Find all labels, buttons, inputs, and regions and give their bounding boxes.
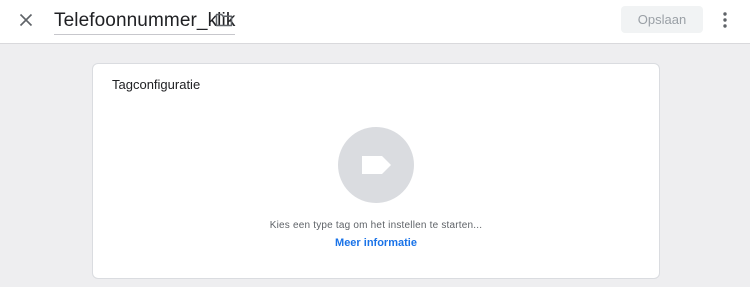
more-vert-icon (723, 12, 727, 28)
choose-tag-type-button[interactable] (338, 127, 414, 203)
tag-type-hint: Kies een type tag om het instellen te st… (269, 220, 483, 231)
more-options-button[interactable] (715, 8, 735, 32)
learn-more-link[interactable]: Meer informatie (93, 237, 659, 249)
folder-button[interactable] (213, 9, 235, 31)
top-bar: Telefoonnummer_klik Opslaan (0, 0, 750, 44)
close-icon (19, 13, 33, 27)
card-title: Tagconfiguratie (112, 77, 201, 92)
folder-icon (215, 13, 233, 27)
tag-name-field[interactable]: Telefoonnummer_klik (54, 8, 236, 35)
close-button[interactable] (14, 8, 38, 32)
save-button[interactable]: Opslaan (621, 6, 703, 33)
tag-configuration-card: Tagconfiguratie Kies een type tag om het… (92, 63, 660, 279)
tag-name-text: Telefoonnummer_klik (54, 10, 236, 31)
tag-icon (362, 156, 391, 174)
